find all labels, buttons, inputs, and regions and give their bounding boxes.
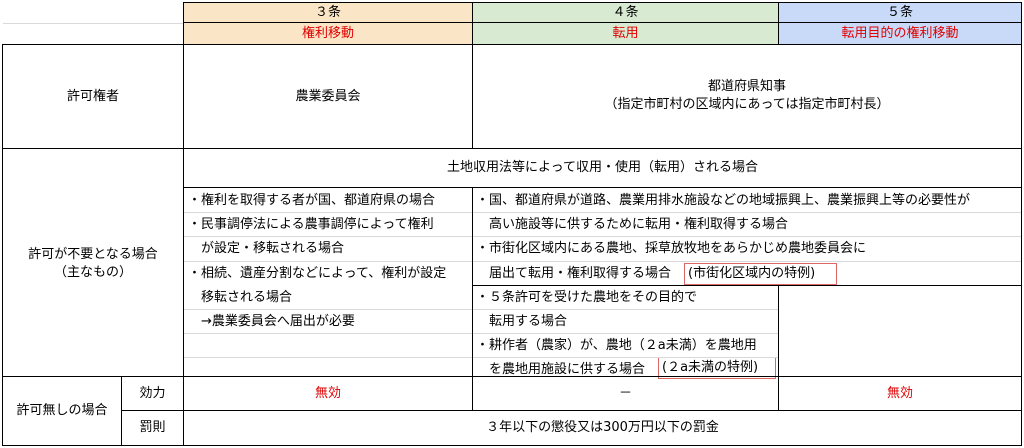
- no-permit-col2-line: 転用する場合: [476, 314, 568, 329]
- effect-col2: －: [618, 385, 632, 401]
- header-col1-number: ３条: [184, 3, 472, 23]
- effect-col3: 無効: [886, 385, 913, 401]
- no-permit-label-line2: （主なもの）: [53, 265, 132, 280]
- permitter-col23-line1: 都道府県知事: [707, 79, 786, 94]
- no-permit-col23-line: 届出て転用・権利取得する場合: [476, 266, 672, 281]
- permitter-col1: 農業委員会: [295, 88, 361, 104]
- no-permission-label: 許可無しの場合: [16, 403, 108, 418]
- urban-area-exception-tag: (市街化区域内の特例): [688, 266, 816, 281]
- header-col3-sub: 転用目的の権利移動: [779, 23, 1021, 44]
- no-permit-col2-line: ・耕作者（農家）が、農地（２a未満）を農地用: [476, 338, 757, 353]
- no-permit-col1-line: ・民事調停法による農事調停によって権利: [188, 217, 434, 232]
- no-permit-col23-line: ・国、都道府県が道路、農業用排水施設などの地域振興上、農業振興上等の必要性が: [476, 193, 971, 208]
- penalty-label: 罰則: [139, 420, 166, 435]
- no-permit-label-line1: 許可が不要となる場合: [28, 247, 158, 262]
- no-permit-col1-line: ・権利を取得する者が国、都道府県の場合: [188, 193, 436, 208]
- header-col2-sub: 転用: [473, 23, 778, 44]
- no-permit-col1-line: →農業委員会へ届出が必要: [188, 314, 355, 329]
- under-2a-exception-tag: (２a未満の特例): [662, 360, 759, 375]
- effect-label: 効力: [139, 385, 166, 401]
- no-permit-col1-line: が設定・移転される場合: [188, 241, 345, 256]
- no-permit-col23-line: ・市街化区域内にある農地、採草放牧地をあらかじめ農地委員会に: [476, 241, 867, 256]
- header-col1-sub: 権利移動: [184, 23, 472, 44]
- penalty-text: ３年以下の懲役又は300万円以下の罰金: [486, 420, 719, 435]
- no-permit-col2-line: ・５条許可を受けた農地をその目的で: [476, 290, 698, 305]
- no-permit-col1-line: 移転される場合: [188, 290, 293, 305]
- permitter-col23-line2: （指定市町村の区域内にあっては指定市町村長）: [604, 97, 890, 112]
- permitter-label: 許可権者: [66, 88, 119, 104]
- no-permit-span-all: 土地収用法等によって収用・使用（転用）される場合: [447, 160, 758, 175]
- no-permit-col1-line: ・相続、遺産分割などによって、権利が設定: [188, 266, 447, 281]
- header-col3-number: ５条: [779, 3, 1021, 23]
- permit-table: ３条 権利移動 ４条 転用 ５条 転用目的の権利移動 許可権者 農業委員会 都道…: [0, 0, 1024, 448]
- no-permit-col23-line: 高い施設等に供するために転用・権利取得する場合: [476, 217, 789, 232]
- effect-col1: 無効: [314, 385, 341, 401]
- header-col2-number: ４条: [473, 3, 778, 23]
